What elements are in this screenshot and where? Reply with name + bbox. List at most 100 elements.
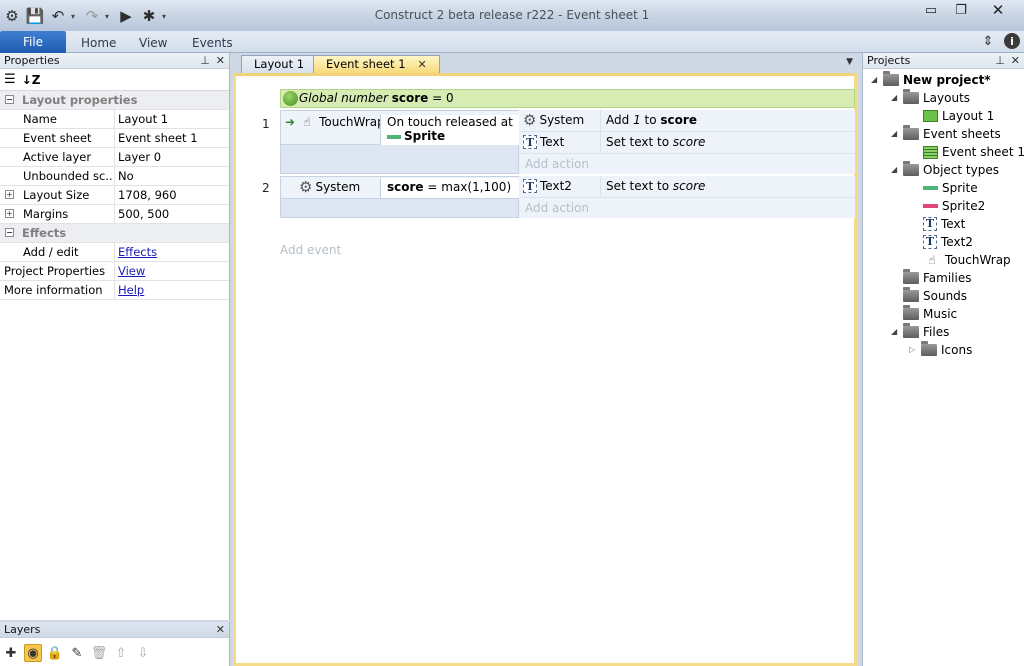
add-action-button[interactable]: Add action <box>519 198 855 218</box>
tree-event-sheet-1[interactable]: Event sheet 1 <box>923 143 1024 161</box>
action-text: Set text to score <box>606 179 706 193</box>
action-row[interactable]: ⚙ System Add 1 to score <box>519 110 855 132</box>
sort-alpha-icon[interactable]: ↓Z <box>22 73 41 87</box>
projects-panel: Projects ⊥ ✕ ◢ New project* ◢ Layouts Layou… <box>862 53 1024 666</box>
prop-project-properties[interactable]: Project Properties View <box>0 262 229 281</box>
category-effects[interactable]: − Effects <box>0 224 229 243</box>
tab-file[interactable]: File <box>0 31 66 53</box>
folder-icon <box>903 125 919 140</box>
tab-events[interactable]: Events <box>192 34 233 53</box>
tree-event-sheets[interactable]: ◢ Event sheets <box>891 125 1001 143</box>
tree-object-text[interactable]: T Text <box>923 215 965 233</box>
close-layers-icon[interactable]: ✕ <box>216 622 225 638</box>
close-projects-icon[interactable]: ✕ <box>1011 53 1020 69</box>
tree-object-text2[interactable]: T Text2 <box>923 233 973 251</box>
tree-object-touchwrap[interactable]: ☝ TouchWrap <box>923 251 1010 269</box>
action-text: Set text to score <box>606 135 706 149</box>
action-row[interactable]: T Text2 Set text to score <box>519 176 855 198</box>
pin-icon[interactable]: ⊥ <box>200 53 210 69</box>
prop-layout-size[interactable]: + Layout Size 1708, 960 <box>0 186 229 205</box>
tree-layout-1[interactable]: Layout 1 <box>923 107 994 125</box>
tab-view[interactable]: View <box>139 34 167 53</box>
text-object-icon: T <box>523 135 537 149</box>
tree-root[interactable]: ◢ New project* <box>871 71 991 89</box>
visibility-eye-icon[interactable]: ◉ <box>24 644 42 662</box>
prop-unbounded-scrolling[interactable]: Unbounded sc... No <box>0 167 229 186</box>
expanded-arrow-icon: ◢ <box>891 165 898 174</box>
event-sheet[interactable]: Global number score = 0 1 ➜ ☝ TouchWrap … <box>233 73 857 666</box>
view-link[interactable]: View <box>118 264 145 278</box>
effects-link[interactable]: Effects <box>118 245 157 259</box>
pin-icon[interactable]: ⊥ <box>995 53 1005 69</box>
collapse-icon[interactable]: − <box>5 228 14 237</box>
global-variable-row[interactable]: Global number score = 0 <box>280 89 855 108</box>
expand-icon[interactable]: + <box>5 190 14 199</box>
action-text: Add 1 to score <box>606 113 697 127</box>
tree-icons[interactable]: ▷ Icons <box>909 341 972 359</box>
delete-trash-icon[interactable]: 🗑 <box>90 644 108 662</box>
move-down-icon[interactable]: ⇩ <box>134 644 152 662</box>
text-object-icon: T <box>523 179 537 193</box>
touch-icon: ☝ <box>928 253 936 267</box>
minimize-icon[interactable]: ▭ <box>916 0 946 20</box>
projects-title: Projects <box>867 54 911 67</box>
condition-text[interactable]: score = max(1,100) <box>380 178 520 198</box>
event-2-condition-block[interactable]: ⚙ System score = max(1,100) <box>280 176 520 218</box>
lock-icon[interactable]: 🔒 <box>46 644 64 662</box>
event-1-condition-block[interactable]: ➜ ☝ TouchWrap On touch released at Sprit… <box>280 110 520 174</box>
close-icon[interactable]: ✕ <box>976 0 1020 20</box>
projects-header: Projects ⊥ ✕ <box>863 53 1024 69</box>
categorized-icon[interactable]: ☰ <box>4 72 16 87</box>
tree-families[interactable]: Families <box>903 269 971 287</box>
title-bar: ⚙ 💾 ↶ ▾ ↷ ▾ ▶ ✱ ▾ Construct 2 beta relea… <box>0 0 1024 31</box>
tree-sounds[interactable]: Sounds <box>903 287 967 305</box>
event-1[interactable]: ➜ ☝ TouchWrap On touch released at Sprit… <box>280 110 855 174</box>
event-2[interactable]: ⚙ System score = max(1,100) T Text2 Set t… <box>280 176 855 218</box>
edit-pencil-icon[interactable]: ✎ <box>68 644 86 662</box>
ribbon-scroll-icon[interactable]: ⇕ <box>980 33 996 49</box>
folder-icon <box>903 323 919 338</box>
category-layout-properties[interactable]: − Layout properties <box>0 91 229 110</box>
layers-header: Layers ✕ <box>0 622 229 638</box>
tree-layouts[interactable]: ◢ Layouts <box>891 89 970 107</box>
condition-text[interactable]: On touch released at Sprite <box>380 115 520 145</box>
tree-files[interactable]: ◢ Files <box>891 323 949 341</box>
tab-event-sheet-1[interactable]: Event sheet 1 ✕ <box>313 55 440 73</box>
add-layer-icon[interactable]: ✚ <box>2 644 20 662</box>
close-tab-icon[interactable]: ✕ <box>418 58 427 71</box>
add-action-button[interactable]: Add action <box>519 154 855 174</box>
tab-layout-1[interactable]: Layout 1 <box>241 55 318 73</box>
properties-title: Properties <box>4 54 60 67</box>
tree-object-types[interactable]: ◢ Object types <box>891 161 999 179</box>
move-up-icon[interactable]: ⇧ <box>112 644 130 662</box>
tree-music[interactable]: Music <box>903 305 957 323</box>
tree-object-sprite2[interactable]: Sprite2 <box>923 197 985 215</box>
tab-home[interactable]: Home <box>81 34 116 53</box>
prop-margins[interactable]: + Margins 500, 500 <box>0 205 229 224</box>
condition-object: ⚙ System <box>299 178 361 196</box>
trigger-arrow-icon: ➜ <box>285 115 296 129</box>
prop-event-sheet[interactable]: Event sheet Event sheet 1 <box>0 129 229 148</box>
prop-add-edit-effects[interactable]: Add / edit Effects <box>0 243 229 262</box>
expanded-arrow-icon: ◢ <box>891 93 898 102</box>
prop-more-information[interactable]: More information Help <box>0 281 229 300</box>
folder-icon <box>883 71 899 86</box>
expanded-arrow-icon: ◢ <box>891 327 898 336</box>
tab-list-dropdown-icon[interactable]: ▼ <box>846 57 853 67</box>
prop-active-layer[interactable]: Active layer Layer 0 <box>0 148 229 167</box>
prop-name[interactable]: Name Layout 1 <box>0 110 229 129</box>
help-link[interactable]: Help <box>118 283 144 297</box>
folder-icon <box>903 89 919 104</box>
info-icon[interactable]: i <box>1004 33 1020 49</box>
close-properties-icon[interactable]: ✕ <box>216 53 225 69</box>
text-object-icon: T <box>923 235 937 249</box>
global-variable-icon <box>283 91 298 106</box>
collapse-icon[interactable]: − <box>5 95 14 104</box>
expand-icon[interactable]: + <box>5 209 14 218</box>
sprite-icon <box>923 186 938 190</box>
properties-header: Properties ⊥ ✕ <box>0 53 229 69</box>
maximize-icon[interactable]: ❐ <box>946 0 976 20</box>
add-event-button[interactable]: Add event <box>280 243 341 257</box>
tree-object-sprite[interactable]: Sprite <box>923 179 978 197</box>
action-row[interactable]: T Text Set text to score <box>519 132 855 154</box>
